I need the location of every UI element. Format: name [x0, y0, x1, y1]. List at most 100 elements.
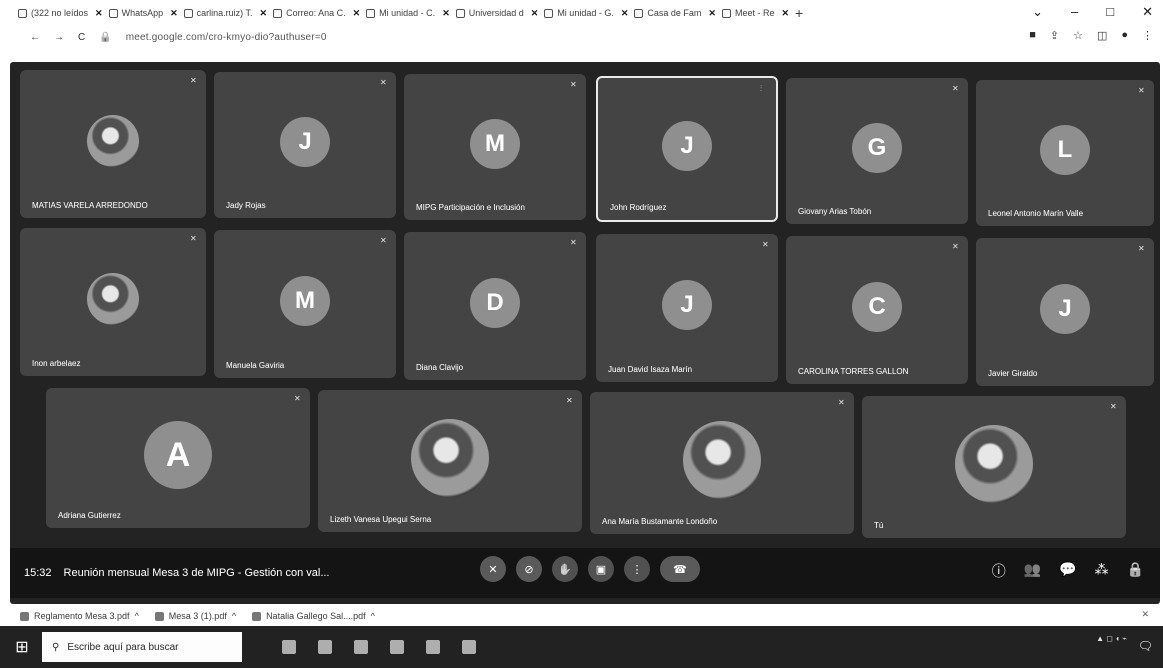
browser-tab[interactable]: Mi unidad - G. ✕ — [544, 8, 628, 19]
participant-tile[interactable]: J ✕ Juan David Isaza Marín — [596, 234, 778, 382]
close-tab-icon[interactable]: ✕ — [531, 8, 539, 19]
share-icon[interactable]: ⇪ — [1050, 29, 1059, 42]
participant-photo — [683, 421, 761, 500]
browser-tab[interactable]: Casa de Fam ✕ — [634, 8, 716, 19]
browser-tab[interactable]: carlina.ruiz) T. ✕ — [183, 8, 268, 19]
participant-name: Diana Clavijo — [416, 363, 464, 372]
store-icon[interactable] — [390, 640, 404, 654]
info-icon[interactable]: ⓘ — [992, 561, 1006, 581]
close-tab-icon[interactable]: ✕ — [621, 8, 629, 19]
chevron-up-icon[interactable]: ^ — [371, 611, 375, 621]
close-tab-icon[interactable]: ✕ — [442, 8, 450, 19]
meet-side-controls: ⓘ 👥 💬 ⁂ 🔒 — [992, 561, 1144, 581]
close-tab-icon[interactable]: ✕ — [170, 8, 178, 19]
browser-tab[interactable]: Correo: Ana C. ✕ — [273, 8, 360, 19]
forward-arrow-icon[interactable]: → — [54, 32, 64, 43]
participant-tile[interactable]: ✕ MATIAS VARELA ARREDONDO — [20, 70, 206, 218]
participant-tile[interactable]: M ✕ MIPG Participación e Inclusión — [404, 74, 586, 220]
menu-icon[interactable]: ⋮ — [1142, 29, 1153, 42]
task-view-icon[interactable] — [282, 640, 296, 654]
sidepanel-icon[interactable]: ◫ — [1097, 29, 1107, 42]
close-window-button[interactable]: ✕ — [1142, 4, 1153, 20]
chrome-icon[interactable] — [318, 640, 332, 654]
windows-start-icon[interactable]: ⊞ — [8, 633, 36, 661]
participant-tile[interactable]: ✕ Lizeth Vanesa Upegui Serna — [318, 390, 582, 532]
mic-off-icon: ✕ — [380, 78, 387, 87]
browser-tab[interactable]: WhatsApp ✕ — [108, 8, 178, 19]
mail-icon — [273, 8, 283, 18]
participant-tile[interactable]: J ✕ Jady Rojas — [214, 72, 396, 218]
mic-toggle-button[interactable]: ✕ — [480, 556, 506, 582]
mic-off-icon: ✕ — [838, 398, 845, 407]
mic-off-icon: ✕ — [1138, 244, 1145, 253]
present-button[interactable]: ▣ — [588, 556, 614, 582]
participant-tile[interactable]: J ✕ Javier Giraldo — [976, 238, 1154, 386]
host-controls-icon[interactable]: 🔒 — [1127, 561, 1144, 581]
close-tab-icon[interactable]: ✕ — [95, 8, 103, 19]
hand-icon: ✋ — [558, 563, 572, 576]
close-tab-icon[interactable]: ✕ — [260, 8, 268, 19]
mic-off-icon: ✕ — [570, 238, 577, 247]
tab-search-button[interactable]: ⌄ — [1032, 4, 1043, 20]
participant-name: MATIAS VARELA ARREDONDO — [32, 201, 148, 210]
participant-tile[interactable]: C ✕ CAROLINA TORRES GALLON — [786, 236, 968, 384]
participant-name: Ana María Bustamante Londoño — [602, 517, 718, 526]
participant-tile[interactable]: L ✕ Leonel Antonio Marín Valle — [976, 80, 1154, 226]
new-tab-button[interactable]: + — [795, 5, 803, 21]
participant-tile[interactable]: ✕ Ana María Bustamante Londoño — [590, 392, 854, 534]
participant-name: John Rodríguez — [610, 203, 667, 212]
download-item[interactable]: Mesa 3 (1).pdf ^ — [154, 611, 236, 621]
window-controls: ⌄ – □ ✕ — [1032, 4, 1153, 20]
participant-tile-speaking[interactable]: J ⫶ John Rodríguez — [596, 76, 778, 222]
chevron-up-icon[interactable]: ^ — [135, 611, 139, 621]
app-icon[interactable] — [462, 640, 476, 654]
participant-tile[interactable]: A ✕ Adriana Gutierrez — [46, 388, 310, 528]
browser-tab-active[interactable]: Meet - Re ✕ — [721, 8, 789, 19]
mic-off-icon: ✕ — [294, 394, 301, 403]
browser-toolbar-icons: ■ ⇪ ☆ ◫ ● ⋮ — [1029, 29, 1153, 42]
people-icon[interactable]: 👥 — [1024, 561, 1041, 581]
participant-photo — [87, 273, 139, 326]
browser-tab[interactable]: Mi unidad - C. ✕ — [366, 8, 450, 19]
close-downloads-icon[interactable]: ✕ — [1141, 609, 1149, 620]
profile-icon[interactable]: ● — [1121, 29, 1128, 42]
participant-tile[interactable]: G ✕ Giovany Arias Tobón — [786, 78, 968, 224]
chat-icon[interactable]: 💬 — [1059, 561, 1076, 581]
activities-icon[interactable]: ⁂ — [1095, 561, 1109, 581]
self-tile[interactable]: ✕ Tú — [862, 396, 1126, 538]
browser-tab[interactable]: Universidad d ✕ — [455, 8, 539, 19]
participant-name: Inon arbelaez — [32, 359, 81, 368]
notifications-icon[interactable]: 🗨 — [1138, 639, 1153, 653]
close-tab-icon[interactable]: ✕ — [781, 8, 789, 19]
chevron-up-icon[interactable]: ^ — [232, 611, 236, 621]
participant-photo — [955, 425, 1033, 504]
back-arrow-icon[interactable]: ← — [30, 32, 40, 43]
minimize-button[interactable]: – — [1071, 4, 1078, 20]
maximize-button[interactable]: □ — [1106, 4, 1114, 20]
mail-icon[interactable] — [426, 640, 440, 654]
download-item[interactable]: Natalia Gallego Sal....pdf ^ — [252, 611, 375, 621]
more-options-button[interactable]: ⋮ — [624, 556, 650, 582]
mic-off-icon: ✕ — [488, 563, 498, 576]
close-tab-icon[interactable]: ✕ — [353, 8, 361, 19]
participant-tile[interactable]: ✕ Inon arbelaez — [20, 228, 206, 376]
camera-toggle-button[interactable]: ⊘ — [516, 556, 542, 582]
mic-off-icon: ✕ — [1110, 402, 1117, 411]
taskbar-search-input[interactable]: ⚲ Escribe aquí para buscar — [42, 632, 242, 662]
star-icon[interactable]: ☆ — [1073, 29, 1083, 42]
camera-icon[interactable]: ■ — [1029, 29, 1036, 42]
download-item[interactable]: Reglamento Mesa 3.pdf ^ — [20, 611, 139, 621]
hang-up-icon: ☎ — [673, 563, 687, 576]
participant-tile[interactable]: D ✕ Diana Clavijo — [404, 232, 586, 380]
participant-tile[interactable]: M ✕ Manuela Gaviria — [214, 230, 396, 378]
file-explorer-icon[interactable] — [354, 640, 368, 654]
participant-name: Giovany Arias Tobón — [798, 207, 872, 216]
call-controls: ✕ ⊘ ✋ ▣ ⋮ ☎ — [480, 556, 700, 582]
close-tab-icon[interactable]: ✕ — [708, 8, 716, 19]
reload-icon[interactable]: C — [78, 32, 85, 43]
url-input[interactable]: meet.google.com/cro-kmyo-dio?authuser=0 — [126, 32, 327, 43]
meet-video-grid: ✕ MATIAS VARELA ARREDONDO J ✕ Jady Rojas… — [10, 62, 1160, 604]
browser-tab[interactable]: (322 no leídos ✕ — [18, 8, 103, 19]
raise-hand-button[interactable]: ✋ — [552, 556, 578, 582]
leave-call-button[interactable]: ☎ — [660, 556, 700, 582]
